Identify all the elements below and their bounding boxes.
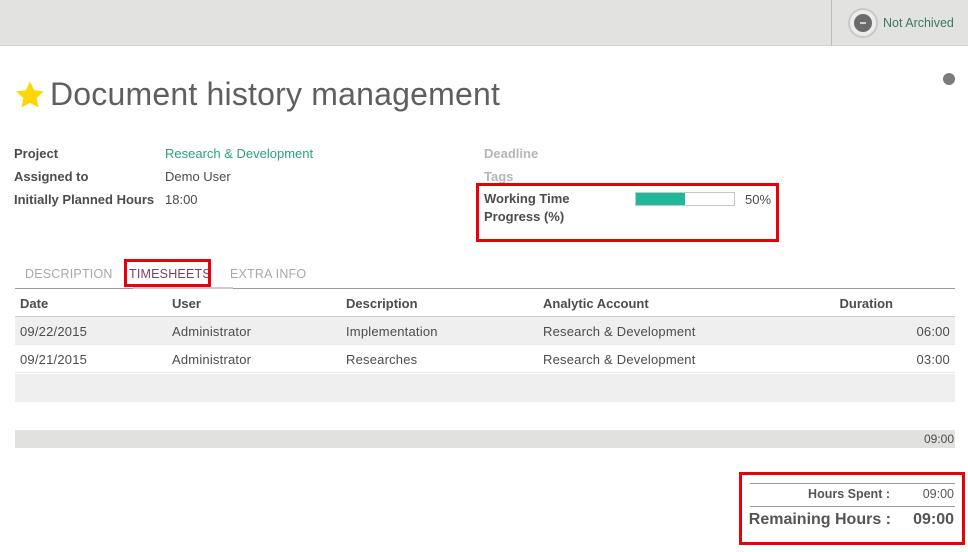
archive-toggle-label: Not Archived: [883, 16, 954, 30]
progress-label-line1: Working Time: [484, 191, 570, 206]
timesheet-table: Date User Description Analytic Account D…: [15, 289, 955, 373]
table-empty-row: [15, 374, 955, 402]
remaining-hours-label: Remaining Hours :: [748, 511, 891, 528]
tab-annotation-box: [124, 259, 211, 287]
cell-analytic-account: Research & Development: [543, 352, 696, 367]
progress-bar: [635, 192, 735, 206]
table-footer-total: 09:00: [15, 430, 955, 448]
cell-date: 09/21/2015: [20, 352, 88, 367]
tab-extra-info[interactable]: EXTRA INFO: [230, 267, 306, 281]
tags-label: Tags: [484, 169, 514, 184]
cell-duration: 03:00: [916, 352, 950, 367]
column-header-description[interactable]: Description: [346, 296, 418, 311]
project-label: Project: [14, 146, 59, 161]
summary-divider: [750, 506, 955, 507]
cell-duration: 06:00: [916, 324, 950, 339]
summary-divider: [750, 483, 955, 484]
archive-toggle-icon: [848, 8, 878, 38]
column-header-user[interactable]: User: [172, 296, 201, 311]
hours-spent-label: Hours Spent :: [808, 487, 890, 501]
project-link[interactable]: Research & Development: [165, 146, 313, 161]
column-header-duration[interactable]: Duration: [840, 296, 893, 311]
cell-user: Administrator: [172, 324, 252, 339]
cell-analytic-account: Research & Development: [543, 324, 696, 339]
planned-hours-label: Initially Planned Hours: [14, 192, 155, 207]
column-header-analytic-account[interactable]: Analytic Account: [543, 296, 649, 311]
total-duration: 09:00: [923, 432, 954, 446]
progress-label-line2: Progress (%): [484, 209, 565, 224]
cell-user: Administrator: [172, 352, 252, 367]
assigned-to-value: Demo User: [165, 169, 231, 184]
cell-description: Implementation: [346, 324, 438, 339]
task-title: Document history management: [50, 76, 501, 112]
progress-label: Working Time Progress (%): [484, 190, 569, 226]
tab-description[interactable]: DESCRIPTION: [25, 267, 113, 281]
control-panel: Not Archived: [0, 0, 968, 46]
table-row[interactable]: 09/21/2015 Administrator Researches Rese…: [15, 345, 955, 373]
kanban-state-icon[interactable]: [943, 73, 955, 85]
assigned-to-label: Assigned to: [14, 169, 89, 184]
planned-hours-value: 18:00: [165, 192, 198, 207]
task-title-row: Document history management: [14, 76, 500, 113]
cell-description: Researches: [346, 352, 418, 367]
remaining-hours-value: 09:00: [913, 511, 954, 528]
cell-date: 09/22/2015: [20, 324, 88, 339]
star-icon[interactable]: [14, 79, 46, 111]
table-row[interactable]: 09/22/2015 Administrator Implementation …: [15, 317, 955, 345]
progress-bar-fill: [636, 193, 685, 205]
archive-toggle-button[interactable]: Not Archived: [831, 0, 968, 46]
progress-percent: 50%: [745, 192, 772, 207]
hours-spent-value: 09:00: [922, 487, 954, 501]
deadline-label: Deadline: [484, 146, 539, 161]
table-header: Date User Description Analytic Account D…: [15, 289, 955, 317]
column-header-date[interactable]: Date: [20, 296, 48, 311]
